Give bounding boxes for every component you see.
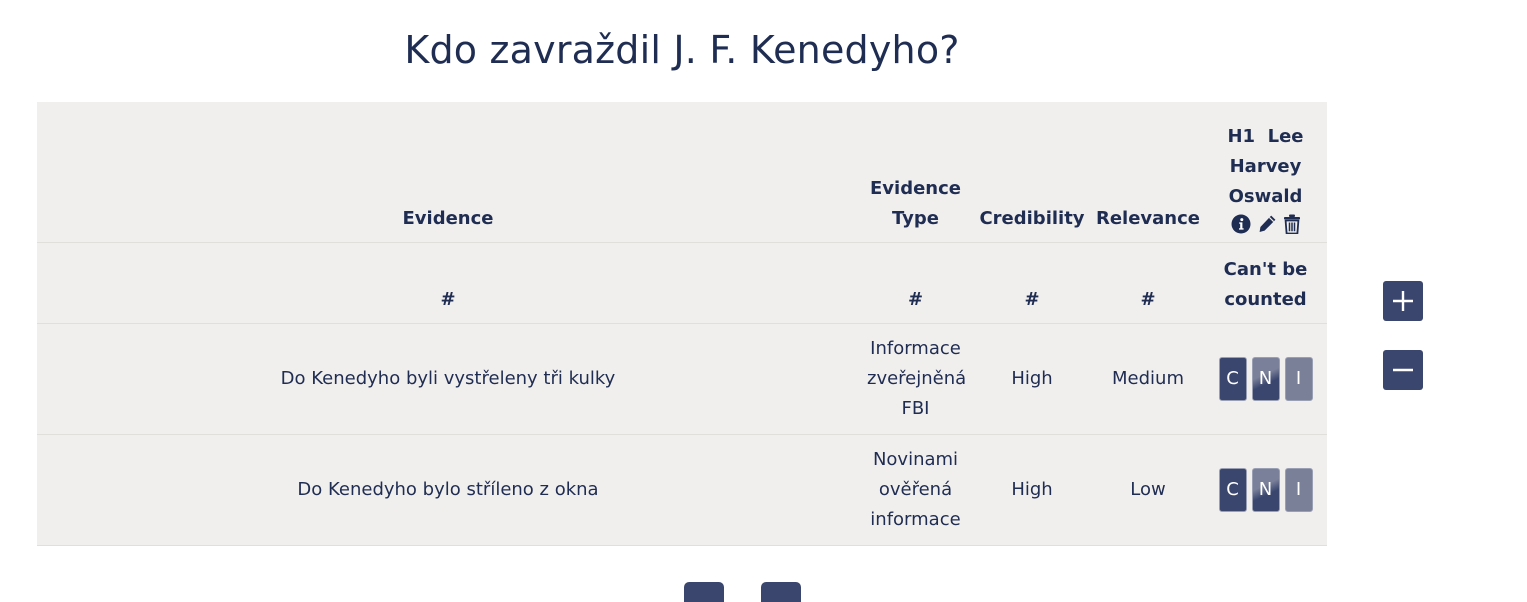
hypothesis-title-line1: H1 Lee — [1204, 122, 1327, 152]
evidence-type-line2: ověřená — [878, 478, 953, 500]
hypothesis-header: H1 Lee Harvey Oswald — [1204, 102, 1327, 242]
rating-buttons: C N I — [1204, 356, 1327, 401]
rating-cell: C N I — [1204, 323, 1327, 434]
credibility-subheader: # — [1024, 288, 1040, 310]
consistent-button[interactable]: C — [1218, 467, 1247, 512]
evidence-cell: Do Kenedyho byli vystřeleny tři kulky — [280, 367, 616, 389]
remove-row-button[interactable] — [761, 582, 801, 602]
evidence-type-header: Evidence Type — [859, 102, 972, 242]
page-title: Kdo zavraždil J. F. Kenedyho? — [404, 28, 960, 72]
add-row-button[interactable] — [684, 582, 724, 602]
hypothesis-name-part1: Lee — [1267, 125, 1304, 147]
evidence-matrix: Evidence Evidence Type Credibility Relev… — [37, 102, 1327, 546]
credibility-cell: High — [1011, 367, 1053, 389]
table-row: Do Kenedyho byli vystřeleny tři kulky In… — [37, 323, 1327, 434]
evidence-type-header-line2: Type — [892, 207, 939, 229]
evidence-type-line3: informace — [870, 508, 961, 530]
remove-hypothesis-button[interactable] — [1383, 350, 1423, 390]
evidence-cell: Do Kenedyho bylo stříleno z okna — [297, 478, 599, 500]
evidence-type-cell: Informace zveřejněná FBI — [859, 323, 972, 434]
evidence-type-subheader: # — [907, 288, 924, 310]
plus-icon — [1393, 291, 1413, 311]
trash-icon[interactable] — [1283, 214, 1301, 234]
evidence-subheader: # — [440, 288, 456, 310]
pencil-icon[interactable] — [1257, 214, 1277, 234]
evidence-type-line2: zveřejněná — [867, 367, 967, 389]
hypothesis-name-part2: Harvey — [1229, 155, 1302, 177]
hypothesis-id: H1 — [1227, 125, 1256, 147]
relevance-subheader: # — [1140, 288, 1156, 310]
hypothesis-subheader: Can't be counted — [1204, 242, 1327, 323]
rating-cell: C N I — [1204, 434, 1327, 545]
credibility-cell: High — [1011, 478, 1053, 500]
neutral-button[interactable]: N — [1251, 467, 1280, 512]
table-row: Do Kenedyho bylo stříleno z okna Novinam… — [37, 434, 1327, 545]
consistent-button[interactable]: C — [1218, 356, 1247, 401]
header-row: Evidence Evidence Type Credibility Relev… — [37, 102, 1327, 242]
relevance-header: Relevance — [1095, 207, 1201, 229]
inconsistent-button[interactable]: I — [1284, 467, 1313, 512]
info-icon[interactable] — [1231, 214, 1251, 234]
credibility-header: Credibility — [979, 207, 1085, 229]
neutral-button[interactable]: N — [1251, 356, 1280, 401]
evidence-type-line1: Informace — [870, 337, 961, 359]
evidence-header: Evidence — [402, 207, 494, 229]
evidence-type-line1: Novinami — [872, 448, 959, 470]
minus-icon — [1393, 368, 1413, 372]
rating-buttons: C N I — [1204, 467, 1327, 512]
cant-be-counted-line1: Can't be — [1223, 258, 1308, 280]
relevance-cell: Medium — [1112, 367, 1184, 389]
cant-be-counted-line2: counted — [1224, 288, 1307, 310]
evidence-type-cell: Novinami ověřená informace — [859, 434, 972, 545]
hypothesis-actions — [1204, 214, 1327, 234]
hypothesis-name-part3: Oswald — [1228, 185, 1303, 207]
add-hypothesis-button[interactable] — [1383, 281, 1423, 321]
evidence-type-header-line1: Evidence — [870, 177, 961, 199]
inconsistent-button[interactable]: I — [1284, 356, 1313, 401]
subheader-row: # # # # Can't be counted — [37, 242, 1327, 323]
evidence-type-line3: FBI — [901, 397, 930, 419]
relevance-cell: Low — [1130, 478, 1166, 500]
